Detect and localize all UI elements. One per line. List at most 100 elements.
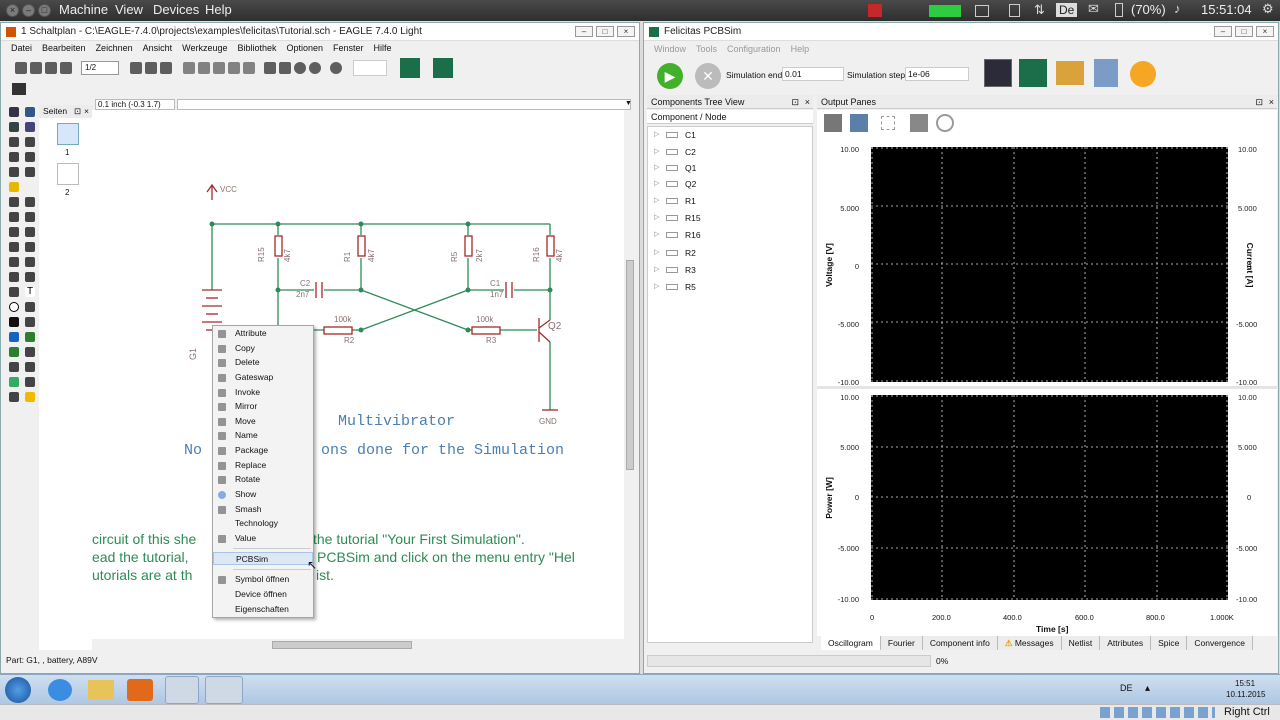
sim-end-input[interactable]: 0.01 <box>782 67 844 81</box>
splitter[interactable] <box>817 386 1277 389</box>
power-plot[interactable] <box>871 395 1228 600</box>
optimize-tool-icon[interactable] <box>25 272 35 282</box>
tree-item-q2[interactable]: ▷ Q2 <box>648 177 696 191</box>
menu-fenster[interactable]: Fenster <box>333 41 364 55</box>
h-scrollbar[interactable] <box>92 639 624 651</box>
board-icon[interactable] <box>130 62 142 74</box>
menu-ansicht[interactable]: Ansicht <box>143 41 173 55</box>
menu-bearbeiten[interactable]: Bearbeiten <box>42 41 86 55</box>
ctx-device-oeffnen[interactable]: Device öffnen <box>213 588 313 601</box>
check-icon[interactable] <box>1130 61 1156 87</box>
open-icon[interactable] <box>15 62 27 74</box>
float-icon[interactable]: ⊡ <box>791 95 799 109</box>
paste-tool-icon[interactable] <box>9 182 19 192</box>
print-icon[interactable] <box>824 114 842 132</box>
ctx-replace[interactable]: Replace <box>213 459 313 472</box>
junction-tool-icon[interactable] <box>9 347 19 357</box>
change-tool-icon[interactable] <box>25 167 35 177</box>
designlink-icon[interactable] <box>353 60 387 76</box>
zoom-fit-icon[interactable] <box>183 62 195 74</box>
mail-icon[interactable]: ✉ <box>1088 1 1099 17</box>
wire-tool-icon[interactable] <box>9 287 19 297</box>
go-icon[interactable] <box>309 62 321 74</box>
copy-tool-icon[interactable] <box>25 137 35 147</box>
ctx-pcbsim[interactable]: PCBSim <box>213 552 313 565</box>
menu-tools[interactable]: Tools <box>696 42 717 56</box>
info-tool-icon[interactable] <box>9 107 19 117</box>
script-icon[interactable] <box>145 62 157 74</box>
ctx-copy[interactable]: Copy <box>213 342 313 355</box>
export-icon[interactable] <box>1019 59 1047 87</box>
redo-icon[interactable] <box>279 62 291 74</box>
value-tool-icon[interactable] <box>9 242 19 252</box>
close-icon[interactable]: × <box>84 105 89 118</box>
settings-icon[interactable] <box>910 114 928 132</box>
minimize-button[interactable]: – <box>1214 26 1232 37</box>
print-icon[interactable] <box>45 62 57 74</box>
grid-icon[interactable] <box>12 83 26 95</box>
select-icon[interactable] <box>881 116 895 130</box>
menu-window[interactable]: Window <box>654 42 686 56</box>
stop-icon[interactable] <box>294 62 306 74</box>
mirror-tool-icon[interactable] <box>9 152 19 162</box>
tree-item-c1[interactable]: ▷ C1 <box>648 128 696 142</box>
save-icon[interactable] <box>30 62 42 74</box>
maximize-icon[interactable]: □ <box>38 4 51 17</box>
tab-attributes[interactable]: Attributes <box>1100 636 1152 650</box>
attribute-tool-icon[interactable] <box>9 362 19 372</box>
ctx-rotate[interactable]: Rotate <box>213 473 313 486</box>
menu-help[interactable]: Help <box>205 2 232 17</box>
volume-icon[interactable]: ♪ <box>1174 1 1181 16</box>
edit-icon[interactable] <box>1056 61 1084 85</box>
gateswap-tool-icon[interactable] <box>9 227 19 237</box>
mark-tool-icon[interactable] <box>25 122 35 132</box>
filter-icon[interactable] <box>1094 59 1118 87</box>
ctx-package[interactable]: Package <box>213 444 313 457</box>
window-icon[interactable] <box>975 5 989 17</box>
taskbar-lang[interactable]: DE <box>1120 683 1133 693</box>
tab-spice[interactable]: Spice <box>1151 636 1188 650</box>
circle-tool-icon[interactable] <box>9 302 19 312</box>
label-tool-icon[interactable] <box>25 347 35 357</box>
tab-messages[interactable]: ⚠ Messages <box>997 636 1062 650</box>
menu-help[interactable]: Help <box>791 42 810 56</box>
close-button[interactable]: × <box>617 26 635 37</box>
menu-werkzeuge[interactable]: Werkzeuge <box>182 41 227 55</box>
export-plot-icon[interactable] <box>850 114 868 132</box>
command-line[interactable] <box>177 99 631 110</box>
maximize-button[interactable]: □ <box>596 26 614 37</box>
close-icon[interactable]: × <box>1269 95 1274 109</box>
rect-tool-icon[interactable] <box>9 317 19 327</box>
h-scroll-thumb[interactable] <box>272 641 412 649</box>
tab-fourier[interactable]: Fourier <box>880 636 923 650</box>
modules-tool-icon[interactable] <box>25 377 35 387</box>
pcbsim-config-icon[interactable] <box>433 58 453 78</box>
net-tool-icon[interactable] <box>25 332 35 342</box>
minimize-icon[interactable]: – <box>22 4 35 17</box>
text-tool-icon[interactable]: T <box>25 287 35 297</box>
ctx-move[interactable]: Move <box>213 415 313 428</box>
sim-step-input[interactable]: 1e-06 <box>905 67 969 81</box>
minimize-button[interactable]: – <box>575 26 593 37</box>
eagle-taskbar-button[interactable] <box>165 676 199 704</box>
tab-netlist[interactable]: Netlist <box>1061 636 1101 650</box>
menu-optionen[interactable]: Optionen <box>287 41 324 55</box>
delete-tool-icon[interactable] <box>9 197 19 207</box>
menu-devices[interactable]: Devices <box>153 2 199 17</box>
tab-convergence[interactable]: Convergence <box>1187 636 1253 650</box>
group-tool-icon[interactable] <box>9 167 19 177</box>
stop-icon[interactable]: ✕ <box>695 63 721 89</box>
media-player-icon[interactable] <box>127 679 153 701</box>
move-tool-icon[interactable] <box>9 137 19 147</box>
pcbsim-taskbar-button[interactable] <box>205 676 243 704</box>
frame-tool-icon[interactable] <box>9 377 19 387</box>
ctx-invoke[interactable]: Invoke <box>213 386 313 399</box>
zoom-icon[interactable] <box>936 114 954 132</box>
tree-item-r16[interactable]: ▷ R16 <box>648 228 701 242</box>
show-tool-icon[interactable] <box>25 107 35 117</box>
zoom-out-icon[interactable] <box>213 62 225 74</box>
polygon-tool-icon[interactable] <box>25 317 35 327</box>
tab-component-info[interactable]: Component info <box>922 636 998 650</box>
oscilloscope-icon[interactable] <box>984 59 1012 87</box>
record-icon[interactable] <box>868 4 882 17</box>
